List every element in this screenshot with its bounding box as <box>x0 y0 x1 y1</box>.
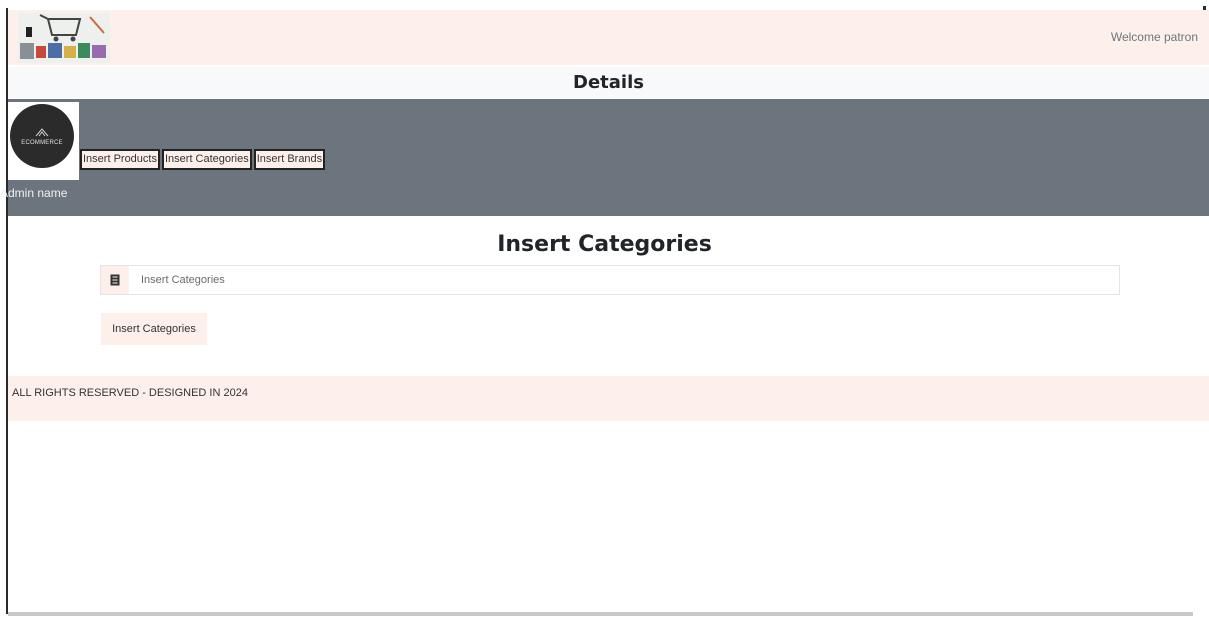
admin-logo-text: ECOMMERCE <box>21 140 63 146</box>
insert-categories-nav-button[interactable]: Insert Categories <box>161 149 252 170</box>
welcome-text: Welcome patron <box>1110 30 1198 44</box>
category-input-group <box>100 265 1120 295</box>
footer: ALL RIGHTS RESERVED - DESIGNED IN 2024 <box>8 376 1209 421</box>
admin-name: Admin name <box>0 186 68 200</box>
page-title: Insert Categories <box>497 232 712 257</box>
admin-nav: Insert Products Insert Categories Insert… <box>80 149 326 170</box>
details-title: Details <box>573 72 644 93</box>
shopping-cart-collage-icon[interactable] <box>18 13 110 63</box>
insert-products-button[interactable]: Insert Products <box>80 149 160 170</box>
details-bar: Details <box>8 67 1209 98</box>
horizontal-scrollbar[interactable] <box>8 612 1193 616</box>
receipt-icon <box>101 266 129 294</box>
ecommerce-logo-icon: ECOMMERCE <box>10 104 74 168</box>
insert-categories-submit-button[interactable]: Insert Categories <box>101 313 207 345</box>
admin-avatar-card: ECOMMERCE <box>8 102 79 180</box>
insert-brands-button[interactable]: Insert Brands <box>253 149 326 170</box>
category-input[interactable] <box>129 266 1119 294</box>
top-navbar: Welcome patron <box>8 10 1209 65</box>
footer-text: ALL RIGHTS RESERVED - DESIGNED IN 2024 <box>12 387 248 399</box>
admin-bar: ECOMMERCE Admin name Insert Products Ins… <box>0 99 1209 216</box>
